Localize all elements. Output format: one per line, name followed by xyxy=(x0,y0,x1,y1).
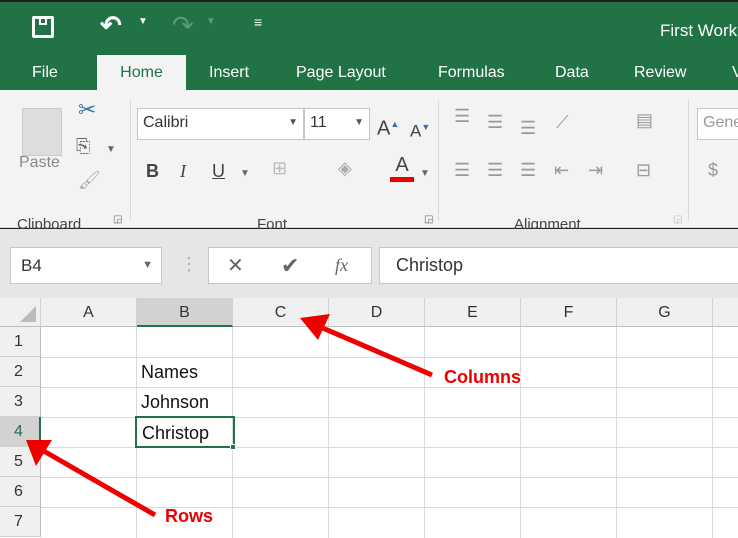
columns-arrow-line xyxy=(317,323,433,378)
annotation-arrows xyxy=(26,314,433,518)
rows-arrow-line xyxy=(40,447,157,518)
columns-annotation: Columns xyxy=(444,367,522,387)
rows-annotation: Rows xyxy=(165,506,214,526)
